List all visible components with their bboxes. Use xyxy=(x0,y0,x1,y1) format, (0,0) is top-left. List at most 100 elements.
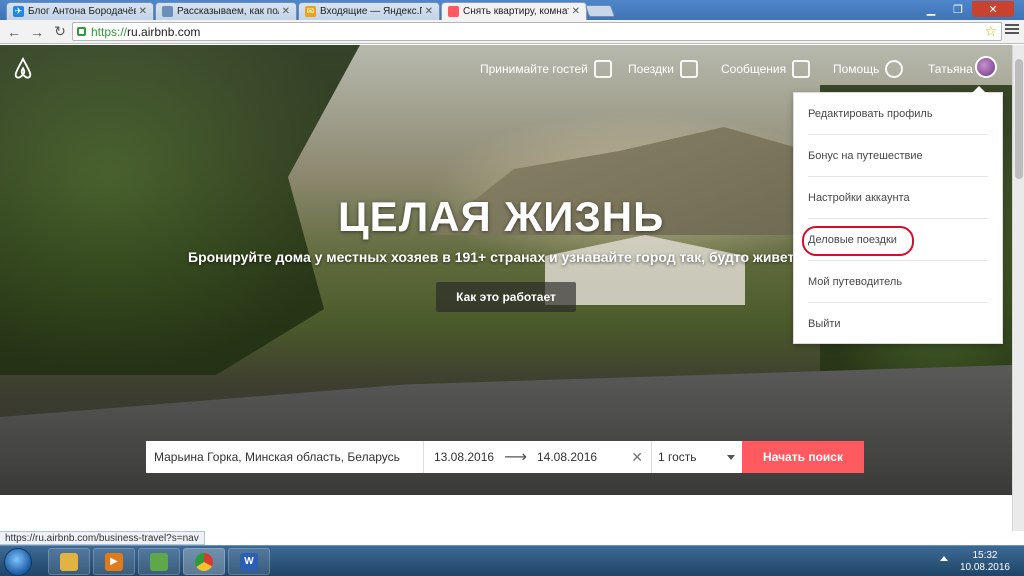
airbnb-logo-icon[interactable] xyxy=(12,57,34,81)
close-icon[interactable]: ✕ xyxy=(282,6,290,17)
airplane-icon: ✈ xyxy=(13,6,24,17)
house-icon xyxy=(593,60,612,78)
menu-item-label: Мой путеводитель xyxy=(808,275,903,288)
how-it-works-button[interactable]: Как это работает xyxy=(436,282,576,312)
chevron-down-icon xyxy=(727,455,735,460)
maximize-button[interactable]: ❐ xyxy=(945,1,971,17)
nav-help-label: Помощь xyxy=(833,62,880,76)
start-button[interactable] xyxy=(4,548,32,576)
hero-road xyxy=(0,365,1012,495)
hero-trees-left xyxy=(0,45,360,375)
new-tab-button[interactable] xyxy=(584,5,616,17)
nav-host[interactable]: Принимайте гостей xyxy=(480,59,612,79)
forward-arrow-icon[interactable]: → xyxy=(28,23,46,41)
image-icon xyxy=(150,552,168,571)
folder-icon xyxy=(60,552,78,571)
nav-trips-label: Поездки xyxy=(628,62,674,76)
status-url: https://ru.airbnb.com/business-travel?s=… xyxy=(5,532,199,544)
minimize-button[interactable]: ▁ xyxy=(918,1,944,17)
url-host: ru.airbnb.com xyxy=(127,24,201,39)
nav-messages[interactable]: Сообщения xyxy=(721,59,811,79)
bookmark-star-icon[interactable]: ☆ xyxy=(984,23,997,40)
menu-item-label: Настройки аккаунта xyxy=(808,191,910,204)
clock-time: 15:32 xyxy=(972,550,998,561)
browser-tab-1[interactable]: Рассказываем, как получ ✕ xyxy=(155,2,297,20)
lifebuoy-icon xyxy=(885,60,904,78)
browser-tab-2[interactable]: ✉ Входящие — Яндекс.Поч ✕ xyxy=(298,2,440,20)
media-player-icon[interactable]: ▶ xyxy=(93,548,135,575)
tab-strip: ✈ Блог Антона Бородачёва ✕ Рассказываем,… xyxy=(0,0,1024,20)
chat-bubble-icon xyxy=(792,60,811,78)
back-arrow-icon[interactable]: ← xyxy=(5,23,23,41)
word-icon[interactable]: W xyxy=(228,548,270,575)
tab-title: Блог Антона Бородачёва xyxy=(28,6,136,17)
mail-icon: ✉ xyxy=(305,6,316,17)
menu-item-label: Редактировать профиль xyxy=(808,107,933,120)
search-submit-button[interactable]: Начать поиск xyxy=(742,441,864,473)
arrow-right-icon: ⟶ xyxy=(504,449,527,466)
nav-user-name: Татьяна xyxy=(928,62,973,76)
guests-select[interactable]: 1 гость xyxy=(652,441,742,473)
menu-item-label: Деловые поездки xyxy=(808,233,897,246)
suitcase-icon xyxy=(679,60,698,78)
menu-item-edit-profile[interactable]: Редактировать профиль xyxy=(808,93,988,135)
clear-dates-icon[interactable]: ✕ xyxy=(631,449,643,466)
scrollbar-thumb[interactable] xyxy=(1015,59,1023,179)
nav-messages-label: Сообщения xyxy=(721,62,787,76)
url-scheme: https:// xyxy=(91,24,128,39)
browser-toolbar: ← → ↻ https:// ru.airbnb.com ☆ xyxy=(0,20,1024,44)
tray-expand-icon[interactable] xyxy=(940,556,948,561)
photos-icon[interactable] xyxy=(138,548,180,575)
location-input[interactable]: Марьина Горка, Минская область, Беларусь xyxy=(146,441,424,473)
explorer-icon[interactable] xyxy=(48,548,90,575)
hero-headline: ЦЕЛАЯ ЖИЗНЬ xyxy=(338,193,665,240)
menu-item-business-travel[interactable]: Деловые поездки xyxy=(802,219,988,261)
chrome-logo-icon xyxy=(195,552,213,571)
close-icon[interactable]: ✕ xyxy=(139,6,147,17)
browser-menu-icon[interactable] xyxy=(1005,24,1019,38)
close-icon[interactable]: ✕ xyxy=(425,6,433,17)
clock-date: 10.08.2016 xyxy=(959,562,1010,573)
menu-item-account-settings[interactable]: Настройки аккаунта xyxy=(808,177,988,219)
content-below-hero xyxy=(0,495,1012,531)
menu-item-travel-credit[interactable]: Бонус на путешествие xyxy=(808,135,988,177)
menu-item-label: Бонус на путешествие xyxy=(808,149,923,162)
close-icon[interactable]: ✕ xyxy=(572,6,580,17)
taskbar: ▶ W 15:32 10.08.2016 xyxy=(0,545,1024,576)
lock-icon xyxy=(77,27,86,36)
search-bar: Марьина Горка, Минская область, Беларусь… xyxy=(146,441,864,473)
page-viewport: Принимайте гостей Поездки Сообщения Помо… xyxy=(0,45,1012,531)
checkin-value[interactable]: 13.08.2016 xyxy=(434,450,494,464)
browser-tab-0[interactable]: ✈ Блог Антона Бородачёва ✕ xyxy=(6,2,154,20)
page-icon xyxy=(162,6,173,17)
avatar[interactable] xyxy=(975,56,997,78)
play-icon: ▶ xyxy=(105,552,123,571)
system-clock[interactable]: 15:32 10.08.2016 xyxy=(960,550,1010,574)
airbnb-icon xyxy=(448,6,459,17)
page-scrollbar[interactable] xyxy=(1012,45,1024,531)
reload-icon[interactable]: ↻ xyxy=(51,23,69,41)
dropdown-caret xyxy=(972,86,986,93)
nav-help[interactable]: Помощь xyxy=(833,59,904,79)
menu-item-my-guidebook[interactable]: Мой путеводитель xyxy=(808,261,988,303)
location-value: Марьина Горка, Минская область, Беларусь xyxy=(154,450,400,464)
menu-item-logout[interactable]: Выйти xyxy=(808,303,988,345)
nav-trips[interactable]: Поездки xyxy=(628,59,698,79)
tab-title: Входящие — Яндекс.Поч xyxy=(320,6,422,17)
dates-input[interactable]: 13.08.2016 ⟶ 14.08.2016 ✕ xyxy=(424,441,652,473)
nav-user[interactable]: Татьяна xyxy=(928,59,973,79)
status-bar: https://ru.airbnb.com/business-travel?s=… xyxy=(0,531,205,545)
browser-tab-3[interactable]: Снять квартиру, комнату ✕ xyxy=(441,2,587,20)
address-bar[interactable]: https:// ru.airbnb.com ☆ xyxy=(72,22,1002,41)
word-logo-icon: W xyxy=(240,552,258,571)
tab-title: Снять квартиру, комнату xyxy=(463,6,569,17)
menu-item-label: Выйти xyxy=(808,318,841,330)
window-close-button[interactable]: ✕ xyxy=(972,1,1014,17)
guests-value: 1 гость xyxy=(658,450,697,464)
checkout-value[interactable]: 14.08.2016 xyxy=(537,450,597,464)
user-menu-dropdown: Редактировать профиль Бонус на путешеств… xyxy=(793,86,1003,345)
tab-title: Рассказываем, как получ xyxy=(177,6,279,17)
hero-subline: Бронируйте дома у местных хозяев в 191+ … xyxy=(188,249,815,265)
chrome-icon[interactable] xyxy=(183,548,225,575)
nav-host-label: Принимайте гостей xyxy=(480,62,588,76)
